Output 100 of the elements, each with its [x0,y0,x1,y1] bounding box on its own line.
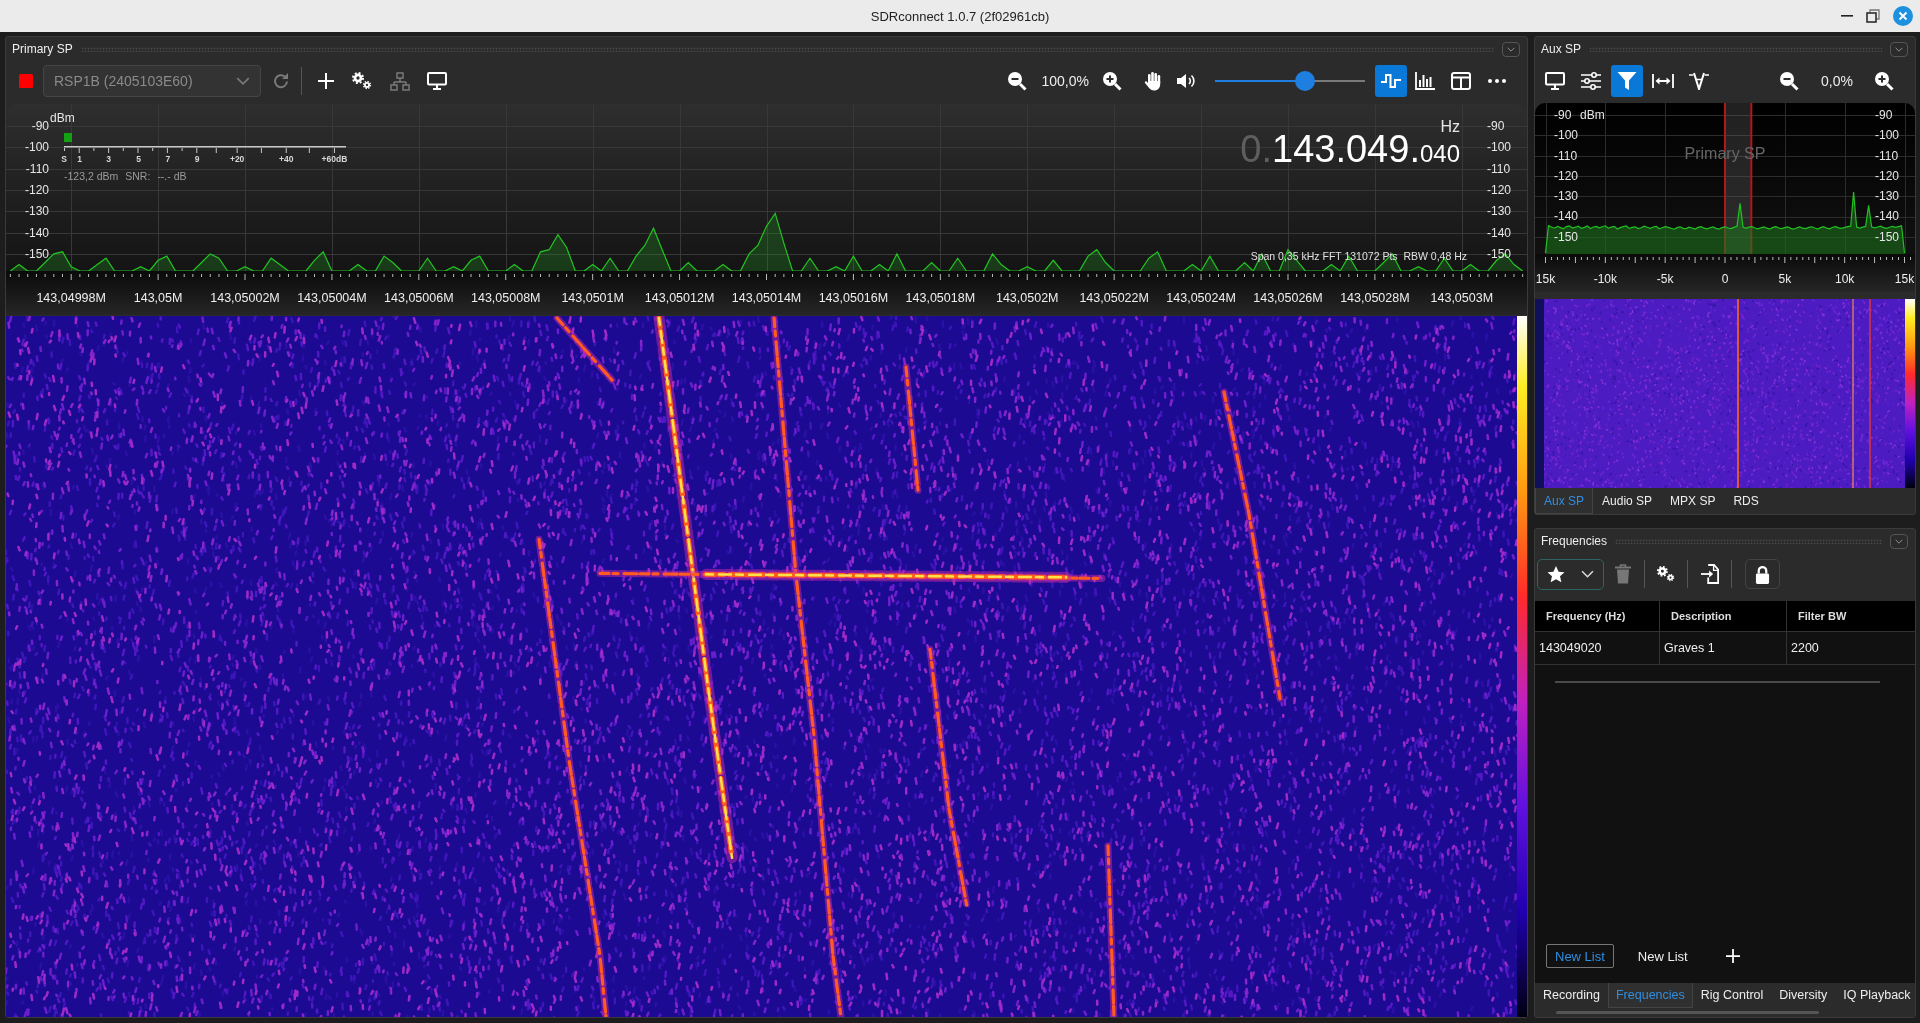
antenna-icon [1689,72,1709,90]
tab[interactable]: Frequencies [1608,983,1693,1008]
axis-label: 143,05018M [905,290,976,306]
axis-label: -90 [1875,106,1893,123]
column-header[interactable]: Description [1660,601,1787,631]
hand-icon[interactable] [1144,71,1162,91]
axis-label: -120 [23,181,49,198]
scrollbar[interactable] [1555,681,1880,683]
zoom-level: 100,0% [1041,73,1089,89]
scale-label: 7 [165,154,171,165]
axis-label: -100 [1875,127,1900,144]
scale-label: 9 [194,154,200,165]
zoom-out-icon[interactable] [1779,71,1800,91]
speaker-icon[interactable] [1176,72,1198,90]
axis-label: -150 [1554,228,1579,245]
axis-label: 143,0502M [995,290,1059,306]
tab[interactable]: Aux SP [1535,488,1594,514]
plus-icon[interactable] [1725,949,1740,963]
axis-label: 143,05028M [1340,290,1410,306]
axis-label: -130 [1554,188,1579,205]
axis-label: -100 [23,139,49,156]
restore-icon[interactable] [1866,9,1880,23]
slider-thumb[interactable] [1295,71,1315,91]
zoom-in-icon[interactable] [1874,71,1894,91]
scale-label: S [61,154,67,165]
axis-label: 143,0501M [561,290,624,306]
scale-label: 5 [136,154,142,165]
table-cell: Graves 1 [1660,632,1787,664]
scale-label: +40 [279,154,294,165]
tab[interactable]: RDS [1724,488,1768,514]
axis-label: -100 [1554,127,1579,144]
axis-label: -150 [1487,245,1512,262]
tab[interactable]: MPX SP [1661,488,1725,514]
bar-chart-icon [1415,72,1435,90]
table-cell-text: 2200 [1790,640,1820,657]
axis-title: dBm [50,111,75,125]
axis-label: -100 [1487,139,1512,156]
axis-label: 143,05012M [644,290,715,306]
axis-label: -130 [23,203,49,220]
axis-label: -140 [1875,208,1900,225]
column-header[interactable]: Frequency (Hz) [1535,601,1660,631]
plus-icon[interactable] [318,73,334,89]
favorites-dropdown[interactable] [1537,558,1604,590]
axis-label: -5k [1656,271,1674,287]
axis-label: -120 [1875,167,1900,184]
minimize-icon[interactable] [1841,15,1853,17]
tab[interactable]: Audio SP [1593,488,1662,514]
panel-title: Frequencies [1541,534,1608,548]
axis-label: -110 [1554,147,1578,164]
waveform-icon [1381,73,1401,89]
more-icon[interactable] [1488,79,1506,83]
gears-icon[interactable] [351,71,373,91]
zoom-in-icon[interactable] [1102,71,1122,91]
sliders-icon [1581,72,1601,90]
list-tab[interactable]: New List [1546,944,1614,968]
axis-label: -150 [23,245,49,262]
tab[interactable]: Recording [1535,983,1608,1008]
table-cell: 143049020 [1535,632,1660,664]
axis-title: dBm [1580,108,1605,122]
lock-button[interactable] [1745,559,1780,589]
list-tab[interactable]: New List [1628,944,1697,968]
axis-label: -120 [1487,181,1512,198]
tab[interactable]: Rig Control [1692,983,1772,1008]
tab[interactable]: IQ Playback [1835,983,1919,1008]
import-icon[interactable] [1701,564,1719,584]
scale-label: +20 [229,154,245,165]
axis-label: 0 [1721,271,1729,287]
column-header[interactable]: Filter BW [1787,601,1915,631]
axis-label: -10k [1593,271,1617,287]
gears-icon[interactable] [1656,565,1676,583]
axis-label: -110 [1487,160,1511,177]
axis-label: -110 [24,160,49,177]
scrollbar[interactable] [1556,1011,1819,1014]
axis-label: -140 [1554,208,1579,225]
snr-label: SNR: [125,170,151,182]
axis-label: -90 [1554,106,1572,123]
tab[interactable]: Diversity [1771,983,1836,1008]
width-arrows-icon [1652,74,1674,88]
zoom-out-icon[interactable] [1006,71,1027,91]
axis-label: 5k [1778,271,1792,287]
axis-label: 143,04998M [36,290,106,306]
monitor-icon [1545,72,1565,90]
monitor-icon[interactable] [427,72,447,90]
zoom-level: 0,0% [1821,73,1853,89]
window-title: SDRconnect 1.0.7 (2f02961cb) [870,8,1050,24]
axis-label: 143,05024M [1166,290,1236,306]
axis-label: 143,05008M [471,290,541,306]
axis-label: 143,05022M [1079,290,1149,306]
caret-icon [1895,46,1903,52]
panel-title: Aux SP [1541,42,1582,56]
axis-label: -140 [23,224,49,241]
caret-icon [1581,570,1594,578]
axis-label: 143,05006M [384,290,454,306]
caret-icon [236,77,250,85]
panel-title: Primary SP [12,42,73,56]
axis-label: 143,05004M [297,290,367,306]
axis-label: 143,05M [133,290,183,306]
close-icon[interactable] [1893,6,1913,26]
axis-label: -140 [1487,224,1512,241]
axis-label: 10k [1835,271,1855,287]
